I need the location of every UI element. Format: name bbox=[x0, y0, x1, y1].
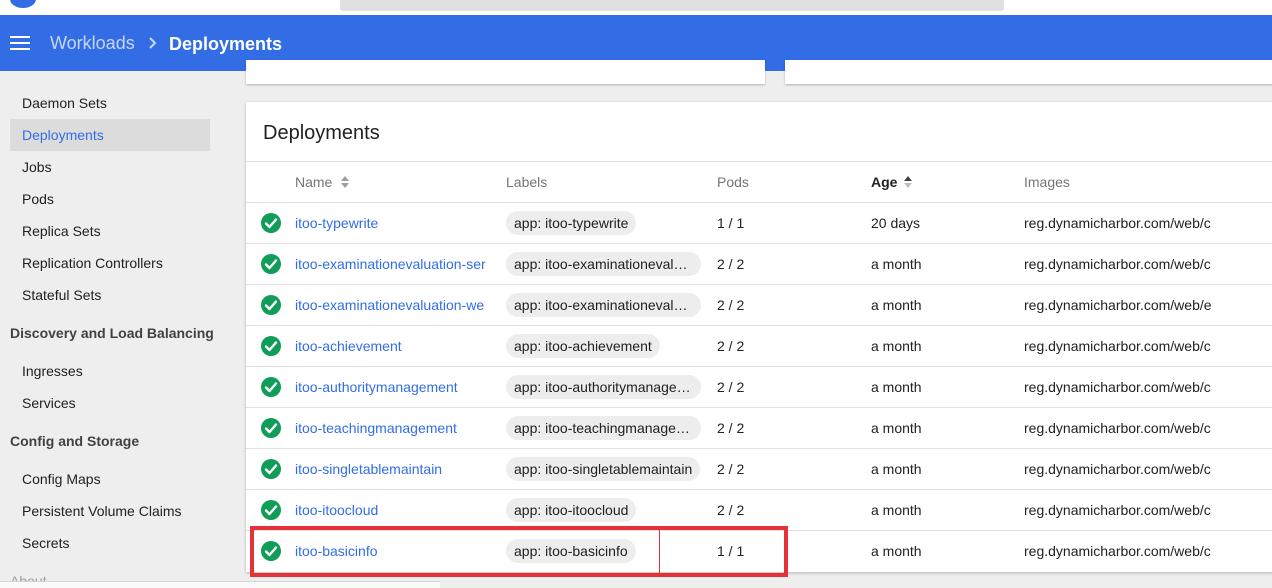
age-value: a month bbox=[871, 297, 922, 313]
label-chip[interactable]: app: itoo-basicinfo bbox=[506, 539, 636, 563]
chevron-right-icon bbox=[149, 37, 157, 49]
summary-card bbox=[785, 60, 1272, 84]
table-row[interactable]: itoo-teachingmanagement app: itoo-teachin… bbox=[246, 407, 1272, 448]
pods-count: 2 / 2 bbox=[717, 461, 745, 477]
horizontal-scrollbar[interactable] bbox=[0, 581, 440, 588]
pods-count: 2 / 2 bbox=[717, 420, 745, 436]
sidebar-item-deployments[interactable]: Deployments bbox=[10, 119, 210, 151]
deployment-name-link[interactable]: itoo-typewrite bbox=[295, 215, 491, 231]
deployment-name-link[interactable]: itoo-itoocloud bbox=[295, 502, 491, 518]
pods-count: 2 / 2 bbox=[717, 338, 745, 354]
label-chip[interactable]: app: itoo-singletablemaintain bbox=[506, 457, 701, 481]
column-header-name[interactable]: Name bbox=[295, 174, 332, 190]
check-circle-icon bbox=[261, 377, 281, 397]
page-title: Deployments bbox=[169, 34, 283, 54]
sidebar-item-config-maps[interactable]: Config Maps bbox=[10, 463, 210, 495]
image-value: reg.dynamicharbor.com/web/c bbox=[1024, 543, 1211, 559]
table-row[interactable]: itoo-singletablemaintain app: itoo-single… bbox=[246, 448, 1272, 489]
image-value: reg.dynamicharbor.com/web/c bbox=[1024, 256, 1211, 272]
image-value: reg.dynamicharbor.com/web/c bbox=[1024, 502, 1211, 518]
age-value: a month bbox=[871, 461, 922, 477]
column-header-images: Images bbox=[1024, 174, 1070, 190]
highlight-divider bbox=[659, 530, 660, 573]
sidebar-item-stateful-sets[interactable]: Stateful Sets bbox=[10, 279, 210, 311]
sidebar-item-jobs[interactable]: Jobs bbox=[10, 151, 210, 183]
image-value: reg.dynamicharbor.com/web/c bbox=[1024, 461, 1211, 477]
table-row[interactable]: itoo-examinationevaluation-we app: itoo-e… bbox=[246, 284, 1272, 325]
deployment-name-link[interactable]: itoo-teachingmanagement bbox=[295, 420, 491, 436]
card-title: Deployments bbox=[263, 122, 380, 144]
pods-count: 1 / 1 bbox=[717, 543, 745, 559]
image-value: reg.dynamicharbor.com/web/c bbox=[1024, 338, 1211, 354]
pods-count: 2 / 2 bbox=[717, 256, 745, 272]
check-circle-icon bbox=[261, 213, 281, 233]
label-chip[interactable]: app: itoo-itoocloud bbox=[506, 498, 637, 522]
age-value: a month bbox=[871, 420, 922, 436]
sidebar-item-replication-controllers[interactable]: Replication Controllers bbox=[10, 247, 210, 279]
check-circle-icon bbox=[261, 254, 281, 274]
image-value: reg.dynamicharbor.com/web/c bbox=[1024, 420, 1211, 436]
check-circle-icon bbox=[261, 541, 281, 561]
sidebar-item-pvc[interactable]: Persistent Volume Claims bbox=[10, 495, 210, 527]
age-value: a month bbox=[871, 338, 922, 354]
sidebar-item-pods[interactable]: Pods bbox=[10, 183, 210, 215]
sidebar-item-replica-sets[interactable]: Replica Sets bbox=[10, 215, 210, 247]
deployment-name-link[interactable]: itoo-examinationevaluation-ser bbox=[295, 256, 491, 272]
sidebar-section-discovery[interactable]: Discovery and Load Balancing bbox=[10, 325, 214, 341]
sort-icon[interactable] bbox=[903, 175, 913, 189]
image-value: reg.dynamicharbor.com/web/c bbox=[1024, 379, 1211, 395]
address-bar[interactable] bbox=[340, 0, 1004, 11]
label-chip[interactable]: app: itoo-examinationevaluat… bbox=[506, 252, 701, 276]
column-header-labels: Labels bbox=[506, 174, 548, 190]
divider bbox=[246, 161, 1272, 162]
deployment-name-link[interactable]: itoo-singletablemaintain bbox=[295, 461, 491, 477]
label-chip[interactable]: app: itoo-authoritymanagem… bbox=[506, 375, 701, 399]
table-row[interactable]: itoo-achievement app: itoo-achievement 2 /… bbox=[246, 325, 1272, 366]
pods-count: 2 / 2 bbox=[717, 297, 745, 313]
pods-count: 2 / 2 bbox=[717, 379, 745, 395]
check-circle-icon bbox=[261, 336, 281, 356]
table-row[interactable]: itoo-typewrite app: itoo-typewrite 1 / 1 20… bbox=[246, 202, 1272, 243]
label-chip[interactable]: app: itoo-examinationevaluat… bbox=[506, 293, 701, 317]
age-value: a month bbox=[871, 379, 922, 395]
age-value: a month bbox=[871, 256, 922, 272]
label-chip[interactable]: app: itoo-teachingmanagem… bbox=[506, 416, 701, 440]
check-circle-icon bbox=[261, 459, 281, 479]
summary-card bbox=[246, 60, 765, 84]
label-chip[interactable]: app: itoo-typewrite bbox=[506, 211, 637, 235]
image-value: reg.dynamicharbor.com/web/e bbox=[1024, 297, 1212, 313]
table-row[interactable]: itoo-itoocloud app: itoo-itoocloud 2 / 2 a … bbox=[246, 489, 1272, 530]
age-value: a month bbox=[871, 543, 922, 559]
age-value: a month bbox=[871, 502, 922, 518]
table-row[interactable]: itoo-authoritymanagement app: itoo-author… bbox=[246, 366, 1272, 407]
deployment-name-link[interactable]: itoo-examinationevaluation-we bbox=[295, 297, 491, 313]
deployment-name-link[interactable]: itoo-achievement bbox=[295, 338, 491, 354]
label-chip[interactable]: app: itoo-achievement bbox=[506, 334, 660, 358]
age-value: 20 days bbox=[871, 215, 921, 231]
sidebar-item-daemon-sets[interactable]: Daemon Sets bbox=[10, 87, 210, 119]
deployment-name-link[interactable]: itoo-authoritymanagement bbox=[295, 379, 491, 395]
check-circle-icon bbox=[261, 418, 281, 438]
image-value: reg.dynamicharbor.com/web/c bbox=[1024, 215, 1211, 231]
sidebar-item-ingresses[interactable]: Ingresses bbox=[10, 355, 210, 387]
column-header-pods: Pods bbox=[717, 174, 749, 190]
menu-icon[interactable] bbox=[10, 36, 30, 50]
breadcrumb-workloads[interactable]: Workloads bbox=[50, 33, 135, 54]
sidebar-section-config[interactable]: Config and Storage bbox=[10, 433, 139, 449]
check-circle-icon bbox=[261, 295, 281, 315]
table-row[interactable]: itoo-examinationevaluation-ser app: itoo-… bbox=[246, 243, 1272, 284]
sidebar-item-services[interactable]: Services bbox=[10, 387, 210, 419]
sidebar-nav: Daemon Sets Deployments Jobs Pods Replic… bbox=[0, 71, 230, 588]
browser-strip bbox=[0, 0, 1272, 15]
pods-count: 1 / 1 bbox=[717, 215, 745, 231]
deployments-card: Deployments Name Labels Pods Age Images … bbox=[246, 102, 1272, 572]
kubernetes-logo-icon bbox=[10, 0, 36, 8]
check-circle-icon bbox=[261, 500, 281, 520]
table-row[interactable]: itoo-basicinfo app: itoo-basicinfo 1 / 1 a … bbox=[246, 530, 1272, 571]
sidebar-item-secrets[interactable]: Secrets bbox=[10, 527, 210, 559]
pods-count: 2 / 2 bbox=[717, 502, 745, 518]
deployment-name-link[interactable]: itoo-basicinfo bbox=[295, 543, 491, 559]
sort-icon[interactable] bbox=[340, 175, 350, 189]
column-header-age[interactable]: Age bbox=[871, 174, 897, 190]
